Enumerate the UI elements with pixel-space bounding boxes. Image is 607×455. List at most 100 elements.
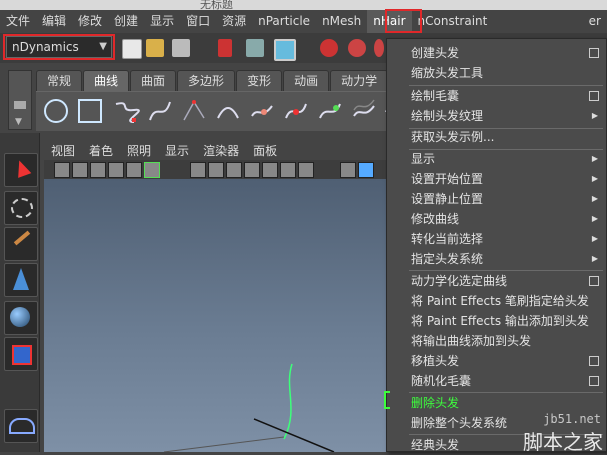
shelf-tab-deformation[interactable]: 变形 <box>236 70 283 91</box>
wireframe-icon[interactable] <box>190 162 206 178</box>
menu-create[interactable]: 创建 <box>108 10 144 33</box>
panel-menu-renderer[interactable]: 渲染器 <box>196 142 246 159</box>
panel-menu-shading[interactable]: 着色 <box>82 142 120 159</box>
move-tool-icon[interactable] <box>4 263 38 297</box>
shelf-tab-animation[interactable]: 动画 <box>283 70 330 91</box>
menu-item-make-curves-dynamic[interactable]: 动力学化选定曲线 <box>387 271 606 291</box>
resolution-gate-icon[interactable] <box>144 162 160 178</box>
snap-point-icon[interactable] <box>374 39 384 57</box>
tool-box <box>0 133 40 452</box>
menu-overflow[interactable]: er <box>583 10 607 33</box>
menu-file[interactable]: 文件 <box>0 10 36 33</box>
panel-menu-view[interactable]: 视图 <box>44 142 82 159</box>
menu-item-convert-selection[interactable]: 转化当前选择 ▶ <box>387 229 606 249</box>
nurbs-square-icon[interactable] <box>76 96 104 126</box>
menu-window[interactable]: 窗口 <box>180 10 216 33</box>
isolate-select-icon[interactable] <box>298 162 314 178</box>
menu-nmesh[interactable]: nMesh <box>316 10 367 33</box>
menu-item-get-hair-example[interactable]: 获取头发示例... <box>387 127 606 147</box>
menu-assets[interactable]: 资源 <box>216 10 252 33</box>
scale-tool-icon[interactable] <box>4 337 38 371</box>
lights-icon[interactable] <box>262 162 278 178</box>
option-box-icon[interactable] <box>589 356 599 366</box>
shelf-tab-general[interactable]: 常规 <box>36 70 83 91</box>
last-tool-curve-icon[interactable] <box>4 409 38 443</box>
panel-menu-lighting[interactable]: 照明 <box>120 142 158 159</box>
shelf-tab-surfaces[interactable]: 曲面 <box>130 70 177 91</box>
menu-item-scale-hair-tool[interactable]: 缩放头发工具 <box>387 63 606 83</box>
grid-axis-line <box>253 418 335 452</box>
detach-curves-icon[interactable] <box>282 96 310 126</box>
panel-menu-show[interactable]: 显示 <box>158 142 196 159</box>
nhair-highlight-box <box>385 9 422 33</box>
nurbs-circle-icon[interactable] <box>42 96 70 126</box>
menu-nconstraint[interactable]: nConstraint <box>412 10 494 33</box>
option-box-icon[interactable] <box>589 91 599 101</box>
menu-item-assign-paint-effects-brush[interactable]: 将 Paint Effects 笔刷指定给头发 <box>387 291 606 311</box>
camera-attributes-icon[interactable] <box>54 162 70 178</box>
submenu-arrow-icon: ▶ <box>591 154 598 163</box>
shadows-icon[interactable] <box>280 162 296 178</box>
rotate-tool-icon[interactable] <box>4 301 38 335</box>
menu-display[interactable]: 显示 <box>144 10 180 33</box>
watermark-site-name: 脚本之家 <box>523 430 603 454</box>
shelf-tab-dynamics[interactable]: 动力学 <box>330 70 389 91</box>
panel-menu-panels[interactable]: 面板 <box>246 142 284 159</box>
attach-curves-icon[interactable] <box>248 96 276 126</box>
menu-item-add-paint-effects-output[interactable]: 将 Paint Effects 输出添加到头发 <box>387 311 606 331</box>
snap-curve-icon[interactable] <box>348 39 366 57</box>
offset-curve-icon[interactable] <box>350 96 378 126</box>
menu-item-set-start-position[interactable]: 设置开始位置 ▶ <box>387 169 606 189</box>
menu-item-transplant-hair[interactable]: 移植头发 <box>387 351 606 371</box>
select-hierarchy-icon[interactable] <box>218 39 232 57</box>
open-folder-icon[interactable] <box>146 39 164 57</box>
arc-tool-icon[interactable] <box>214 96 242 126</box>
submenu-arrow-icon: ▶ <box>591 254 598 263</box>
shelf-menu-handle[interactable]: ▼ <box>8 70 32 130</box>
cv-curve-tool-icon[interactable] <box>112 96 140 126</box>
menu-nparticle[interactable]: nParticle <box>252 10 316 33</box>
menu-item-paint-hair-textures[interactable]: 绘制头发纹理 ▶ <box>387 106 606 126</box>
save-icon[interactable] <box>172 39 190 57</box>
film-gate-icon[interactable] <box>126 162 142 178</box>
submenu-arrow-icon: ▶ <box>591 174 598 183</box>
smooth-shade-icon[interactable] <box>208 162 224 178</box>
select-component-icon[interactable] <box>274 39 296 61</box>
menu-item-display[interactable]: 显示 ▶ <box>387 149 606 169</box>
ep-curve-tool-icon[interactable] <box>146 96 174 126</box>
bezier-curve-icon[interactable] <box>180 96 208 126</box>
option-box-icon[interactable] <box>589 376 599 386</box>
option-box-icon[interactable] <box>589 276 599 286</box>
option-box-icon[interactable] <box>589 48 599 58</box>
paint-select-tool-icon[interactable] <box>4 227 38 261</box>
menu-modify[interactable]: 修改 <box>72 10 108 33</box>
menu-item-assign-hair-system[interactable]: 指定头发系统 ▶ <box>387 249 606 269</box>
wireframe-on-shaded-icon[interactable] <box>226 162 242 178</box>
bookmarks-icon[interactable] <box>72 162 88 178</box>
lasso-tool-icon[interactable] <box>4 191 38 225</box>
menu-item-add-output-curves[interactable]: 将输出曲线添加到头发 <box>387 331 606 351</box>
menu-item-create-hair[interactable]: 创建头发 <box>387 43 606 63</box>
snap-grid-icon[interactable] <box>320 39 338 57</box>
shelf-tab-curves[interactable]: 曲线 <box>83 70 130 91</box>
menu-item-set-rest-position[interactable]: 设置静止位置 ▶ <box>387 189 606 209</box>
select-object-icon[interactable] <box>246 39 264 57</box>
menu-item-paint-follicles[interactable]: 绘制毛囊 <box>387 86 606 106</box>
menu-item-modify-curves[interactable]: 修改曲线 ▶ <box>387 209 606 229</box>
textured-icon[interactable] <box>244 162 260 178</box>
grid-toggle-icon[interactable] <box>108 162 124 178</box>
window-title-bar: 无标题 <box>0 0 607 11</box>
shelf-menu-arrow-icon: ▼ <box>15 117 22 127</box>
nhair-menu: 创建头发 缩放头发工具 绘制毛囊 绘制头发纹理 ▶ 获取头发示例... 显示 ▶ 设… <box>386 38 607 452</box>
menu-edit[interactable]: 编辑 <box>36 10 72 33</box>
xray-icon[interactable] <box>340 162 356 178</box>
curve-edit-icon[interactable] <box>316 96 344 126</box>
new-scene-icon[interactable] <box>122 39 142 59</box>
menu-item-randomize-follicles[interactable]: 随机化毛囊 <box>387 371 606 391</box>
delete-hair-highlight-bracket <box>384 391 390 409</box>
submenu-arrow-icon: ▶ <box>591 111 598 120</box>
image-plane-icon[interactable] <box>90 162 106 178</box>
select-tool-icon[interactable] <box>4 153 38 187</box>
shelf-tab-polygons[interactable]: 多边形 <box>177 70 236 91</box>
xray-joints-icon[interactable] <box>358 162 374 178</box>
